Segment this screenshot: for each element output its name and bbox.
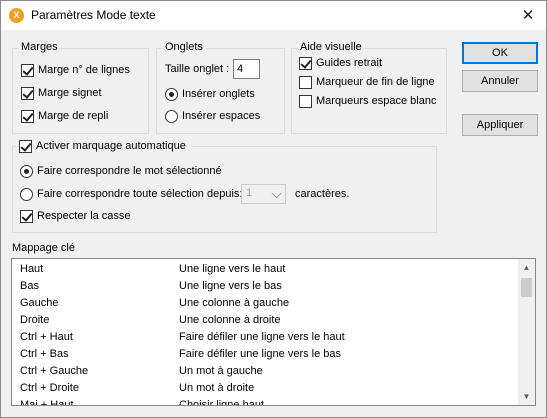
settings-dialog: X Paramètres Mode texte ✕ Marges Marge n… — [0, 0, 547, 418]
app-logo-icon: X — [9, 8, 24, 23]
chevron-down-icon — [271, 188, 282, 199]
radio-circle — [20, 188, 33, 201]
checkbox-label: Marge signet — [38, 87, 102, 99]
tabs-group-title: Onglets — [163, 41, 205, 53]
checkbox-label: Marqueurs espace blanc — [316, 95, 437, 107]
description-cell: Choisir ligne haut — [179, 399, 264, 406]
radio-circle — [20, 165, 33, 178]
key-cell: Ctrl + Gauche — [20, 365, 89, 377]
checkbox-box — [299, 95, 312, 108]
checkbox-box — [299, 57, 312, 70]
list-item[interactable]: Ctrl + Bas Faire défiler une ligne vers l… — [12, 346, 517, 363]
key-cell: Droite — [20, 314, 50, 326]
scroll-thumb[interactable] — [521, 278, 532, 297]
title-bar[interactable]: X Paramètres Mode texte ✕ — [1, 1, 546, 30]
apply-button[interactable]: Appliquer — [462, 114, 538, 136]
list-item[interactable]: Maj + Haut Choisir ligne haut — [12, 397, 517, 406]
description-cell: Faire défiler une ligne vers le bas — [179, 348, 342, 360]
checkbox-label: Marqueur de fin de ligne — [316, 76, 435, 88]
list-item[interactable]: Bas Une ligne vers le bas — [12, 278, 517, 295]
list-item[interactable]: Ctrl + Gauche Un mot à gauche — [12, 363, 517, 380]
checkbox-label: Activer marquage automatique — [36, 140, 186, 152]
checkbox-label: Marge de repli — [38, 110, 109, 122]
key-cell: Ctrl + Haut — [20, 331, 73, 343]
checkbox-box — [21, 110, 34, 123]
checkbox-label: Respecter la casse — [37, 210, 131, 222]
key-cell: Bas — [20, 280, 39, 292]
close-icon[interactable]: ✕ — [510, 1, 546, 30]
list-item[interactable]: Ctrl + Droite Un mot à droite — [12, 380, 517, 397]
description-cell: Un mot à gauche — [179, 365, 263, 377]
key-cell: Gauche — [20, 297, 59, 309]
tab-size-input[interactable]: 4 — [233, 59, 260, 79]
checkbox-box — [21, 64, 34, 77]
list-item[interactable]: Droite Une colonne à droite — [12, 312, 517, 329]
key-mapping-label: Mappage clé — [12, 242, 75, 254]
chars-suffix-label: caractères. — [295, 188, 350, 200]
radio-label: Insérer onglets — [182, 88, 255, 100]
radio-label: Faire correspondre toute sélection depui… — [37, 188, 243, 200]
key-cell: Haut — [20, 263, 44, 275]
scroll-up-icon[interactable]: ▲ — [518, 259, 535, 276]
cancel-button[interactable]: Annuler — [462, 70, 538, 92]
list-item[interactable]: Ctrl + Haut Faire défiler une ligne vers … — [12, 329, 517, 346]
margins-group-title: Marges — [19, 41, 60, 53]
key-cell: Maj + Haut — [20, 399, 74, 406]
min-chars-select[interactable]: 1 — [241, 184, 286, 204]
checkbox-box — [19, 140, 32, 153]
radio-label: Insérer espaces — [182, 110, 261, 122]
checkbox-box — [21, 87, 34, 100]
visual-aid-group-title: Aide visuelle — [298, 41, 364, 53]
checkbox-box — [299, 76, 312, 89]
key-cell: Ctrl + Droite — [20, 382, 79, 394]
radio-label: Faire correspondre le mot sélectionné — [37, 165, 222, 177]
scroll-down-icon[interactable]: ▼ — [518, 388, 535, 405]
list-item[interactable]: Haut Une ligne vers le haut — [12, 261, 517, 278]
description-cell: Une ligne vers le haut — [179, 263, 286, 275]
list-item[interactable]: Gauche Une colonne à gauche — [12, 295, 517, 312]
ok-button[interactable]: OK — [462, 42, 538, 64]
key-cell: Ctrl + Bas — [20, 348, 69, 360]
radio-circle — [165, 88, 178, 101]
description-cell: Une ligne vers le bas — [179, 280, 282, 292]
description-cell: Une colonne à droite — [179, 314, 281, 326]
radio-circle — [165, 110, 178, 123]
checkbox-box — [20, 210, 33, 223]
dialog-title: Paramètres Mode texte — [31, 8, 156, 22]
checkbox-label: Marge n° de lignes — [38, 64, 130, 76]
select-value: 1 — [246, 187, 253, 199]
description-cell: Une colonne à gauche — [179, 297, 290, 309]
tab-size-label: Taille onglet : — [165, 63, 230, 75]
vertical-scrollbar[interactable]: ▲ ▼ — [518, 259, 535, 405]
key-mapping-list[interactable]: Haut Une ligne vers le haut Bas Une ligne … — [11, 258, 536, 406]
description-cell: Un mot à droite — [179, 382, 255, 394]
checkbox-label: Guides retrait — [316, 57, 383, 69]
auto-highlight-checkbox[interactable]: Activer marquage automatique — [19, 139, 191, 155]
description-cell: Faire défiler une ligne vers le haut — [179, 331, 345, 343]
